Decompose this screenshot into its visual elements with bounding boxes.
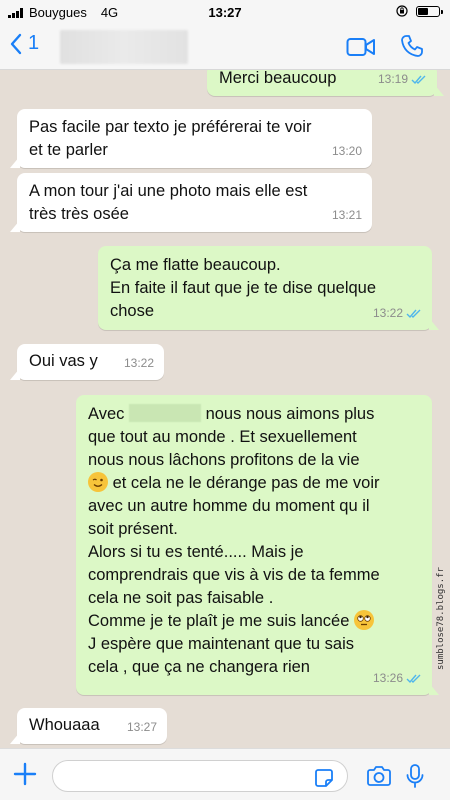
unread-count: 1 (28, 32, 40, 54)
video-call-icon[interactable] (346, 36, 376, 58)
message-bubble[interactable]: Oui vas y 13:22 (10, 344, 164, 380)
bubble-tail (10, 368, 20, 380)
bubble-tail (429, 683, 439, 695)
message-fragment: que tout au monde . Et sexuellement nous… (88, 428, 360, 469)
message-bubble[interactable]: Ça me flatte beaucoup. En faite il faut … (98, 246, 439, 330)
message-meta: 13:20 (332, 140, 362, 163)
message-bubble[interactable]: A mon tour j'ai une photo mais elle est … (10, 173, 372, 232)
bubble-tail (10, 220, 20, 232)
camera-icon[interactable] (366, 765, 392, 787)
double-check-icon (406, 674, 421, 684)
message-meta: 13:22 (124, 352, 154, 375)
phone-call-icon[interactable] (400, 34, 424, 58)
bubble-tail (434, 84, 444, 96)
message-bubble[interactable]: Avec nous nous aimons plus que tout au m… (76, 395, 439, 695)
message-time: 13:19 (377, 72, 408, 86)
battery-icon (416, 6, 443, 17)
chat-header: 1 (0, 24, 450, 70)
message-time: 13:22 (123, 356, 154, 370)
double-check-icon (411, 75, 426, 85)
message-fragment: nous nous aimons plus (205, 405, 375, 423)
status-bar: Bouygues 4G 13:27 (0, 0, 450, 24)
message-fragment: Avec (88, 405, 125, 423)
message-bubble[interactable]: Whouaaa 13:27 (10, 708, 167, 744)
redacted-name (128, 404, 201, 422)
message-time: 13:22 (372, 306, 403, 320)
winking-face-emoji (88, 472, 108, 492)
microphone-icon[interactable] (405, 763, 425, 789)
bubble-tail (10, 156, 20, 168)
message-fragment: J espère que maintenant que tu sais cela… (88, 635, 355, 676)
message-meta: 13:21 (332, 204, 362, 227)
bubble-tail (10, 732, 20, 744)
eye-roll-emoji (353, 610, 374, 630)
message-meta: 13:19 (378, 70, 427, 91)
message-meta: 13:22 (373, 302, 422, 325)
message-bubble[interactable]: Merci beaucoup 13:19 (207, 70, 444, 96)
message-text: A mon tour j'ai une photo mais elle est … (29, 182, 308, 223)
plus-icon[interactable] (12, 761, 38, 787)
message-text: Avec nous nous aimons plus que tout au m… (88, 403, 420, 679)
message-fragment: et cela ne le dérange pas de me voir ave… (88, 474, 380, 630)
input-bar (0, 748, 450, 800)
message-time: 13:27 (126, 720, 157, 734)
double-check-icon (406, 309, 421, 319)
chevron-left-icon (10, 33, 22, 54)
message-text: Pas facile par texto je préférerai te vo… (29, 118, 312, 159)
message-bubble[interactable]: Pas facile par texto je préférerai te vo… (10, 109, 372, 168)
rotation-lock-icon (396, 5, 408, 17)
message-meta: 13:26 (373, 667, 422, 690)
watermark: sumblose78.blogs.fr (436, 567, 446, 670)
back-button[interactable]: 1 (10, 32, 39, 55)
message-meta: 13:27 (127, 716, 157, 739)
message-time: 13:26 (372, 671, 403, 685)
message-time: 13:20 (331, 144, 362, 158)
chat-area[interactable]: Merci beaucoup 13:19 Pas facile par text… (0, 70, 450, 748)
bubble-tail (429, 318, 439, 330)
contact-name-redacted[interactable] (60, 30, 188, 64)
message-time: 13:21 (331, 208, 362, 222)
status-time: 13:27 (208, 5, 242, 20)
message-input[interactable] (52, 760, 348, 792)
sticker-icon[interactable] (314, 768, 334, 788)
